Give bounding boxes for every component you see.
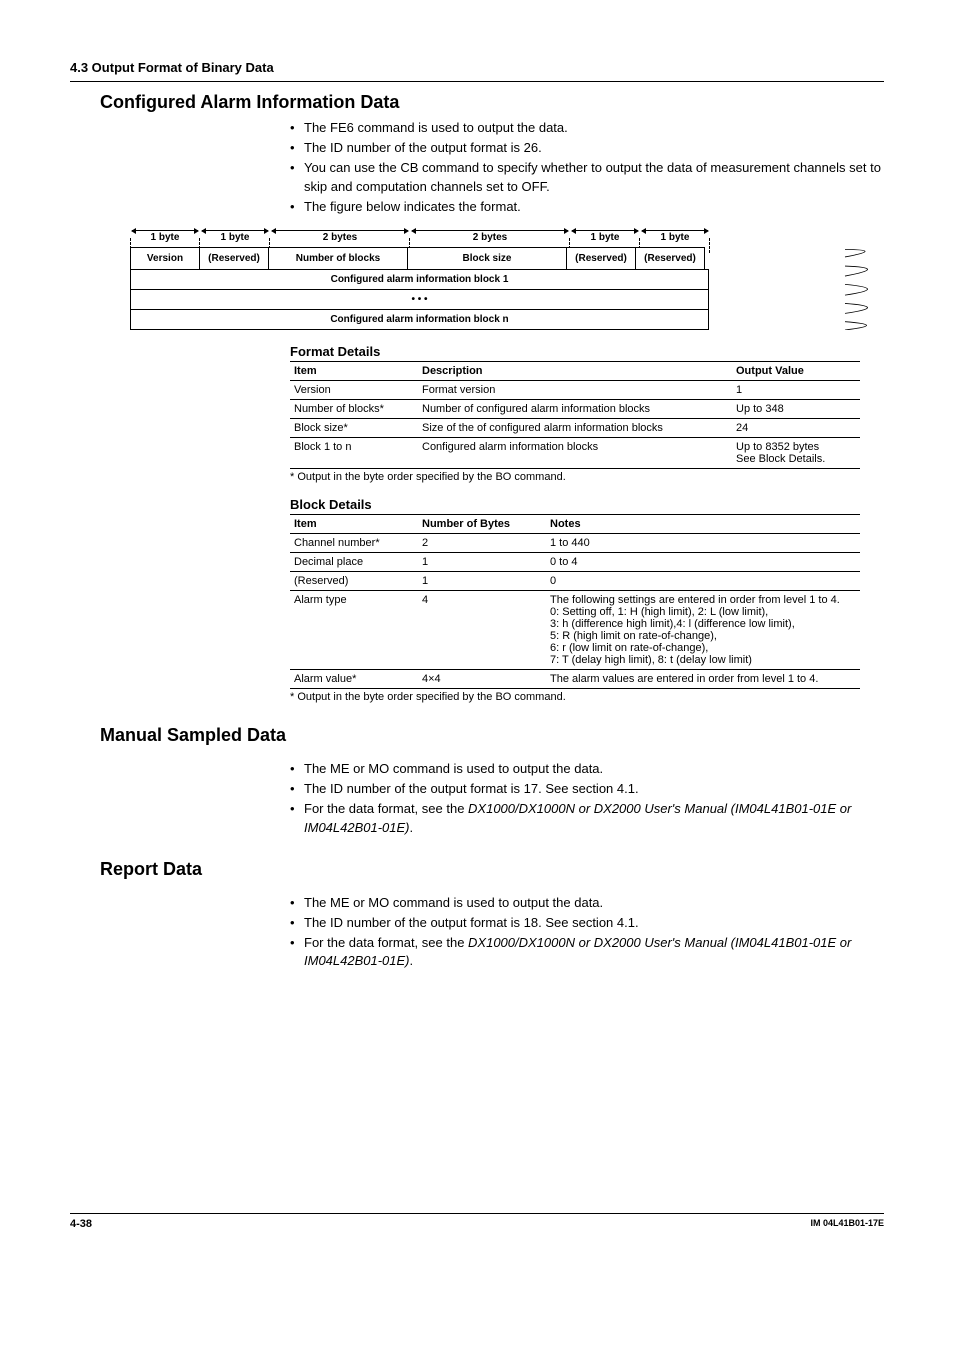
page-number: 4-38	[70, 1218, 92, 1230]
bullet: For the data format, see the DX1000/DX10…	[304, 934, 884, 970]
table-row: Alarm type4The following settings are en…	[290, 590, 860, 669]
configured-bullets: •The FE6 command is used to output the d…	[290, 119, 884, 216]
diagram-cell-version: Version	[130, 247, 200, 270]
table-row: VersionFormat version1	[290, 380, 860, 399]
heading-configured: Configured Alarm Information Data	[100, 92, 884, 113]
th: Output Value	[732, 361, 860, 380]
running-header: 4.3 Output Format of Binary Data	[70, 60, 884, 75]
block-details-table: Item Number of Bytes Notes Channel numbe…	[290, 514, 860, 689]
th: Notes	[546, 514, 860, 533]
extent-label: 2 bytes	[323, 232, 357, 243]
th: Description	[418, 361, 732, 380]
extent-label: 1 byte	[221, 232, 250, 243]
bullet: The ID number of the output format is 26…	[304, 139, 884, 157]
bullet: The ID number of the output format is 17…	[304, 780, 884, 798]
block-details-heading: Block Details	[290, 497, 884, 512]
table-row: (Reserved)10	[290, 571, 860, 590]
manual-bullets: •The ME or MO command is used to output …	[290, 760, 884, 837]
diagram-cell-reserved: (Reserved)	[199, 247, 269, 270]
th: Number of Bytes	[418, 514, 546, 533]
format-diagram: 1 byte 1 byte 2 bytes 2 bytes 1 byte 1 b…	[130, 224, 830, 330]
footer: 4-38 IM 04L41B01-17E	[70, 1213, 884, 1230]
extent-label: 1 byte	[151, 232, 180, 243]
bullet: The FE6 command is used to output the da…	[304, 119, 884, 137]
format-details-table: Item Description Output Value VersionFor…	[290, 361, 860, 469]
format-details-heading: Format Details	[290, 344, 884, 359]
heading-manual: Manual Sampled Data	[100, 725, 884, 746]
brace-icon	[840, 247, 890, 330]
diagram-cell-reserved: (Reserved)	[566, 247, 636, 270]
table-row: Alarm value*4×4The alarm values are ente…	[290, 669, 860, 688]
th: Item	[290, 361, 418, 380]
table-row: Block size*Size of the of configured ala…	[290, 418, 860, 437]
table-row: Channel number*21 to 440	[290, 533, 860, 552]
extent-label: 2 bytes	[473, 232, 507, 243]
heading-report: Report Data	[100, 859, 884, 880]
diagram-block-1: Configured alarm information block 1	[130, 269, 709, 290]
bullet: For the data format, see the DX1000/DX10…	[304, 800, 884, 836]
bullet: You can use the CB command to specify wh…	[304, 159, 884, 195]
doc-id: IM 04L41B01-17E	[810, 1218, 884, 1230]
table-row: Block 1 to nConfigured alarm information…	[290, 437, 860, 468]
report-bullets: •The ME or MO command is used to output …	[290, 894, 884, 971]
table-row: Decimal place10 to 4	[290, 552, 860, 571]
th: Item	[290, 514, 418, 533]
diagram-block-n: Configured alarm information block n	[130, 309, 709, 330]
rule	[70, 81, 884, 82]
extent-label: 1 byte	[591, 232, 620, 243]
diagram-cell-blocksize: Block size	[407, 247, 567, 270]
bullet: The ID number of the output format is 18…	[304, 914, 884, 932]
bullet: The ME or MO command is used to output t…	[304, 894, 884, 912]
table-row: Number of blocks*Number of configured al…	[290, 399, 860, 418]
diagram-cell-reserved: (Reserved)	[635, 247, 705, 270]
bullet: The ME or MO command is used to output t…	[304, 760, 884, 778]
footnote: * Output in the byte order specified by …	[290, 691, 884, 703]
diagram-block-dots: • • •	[130, 289, 709, 310]
extent-label: 1 byte	[661, 232, 690, 243]
bullet: The figure below indicates the format.	[304, 198, 884, 216]
diagram-cell-numblocks: Number of blocks	[268, 247, 408, 270]
footnote: * Output in the byte order specified by …	[290, 471, 884, 483]
